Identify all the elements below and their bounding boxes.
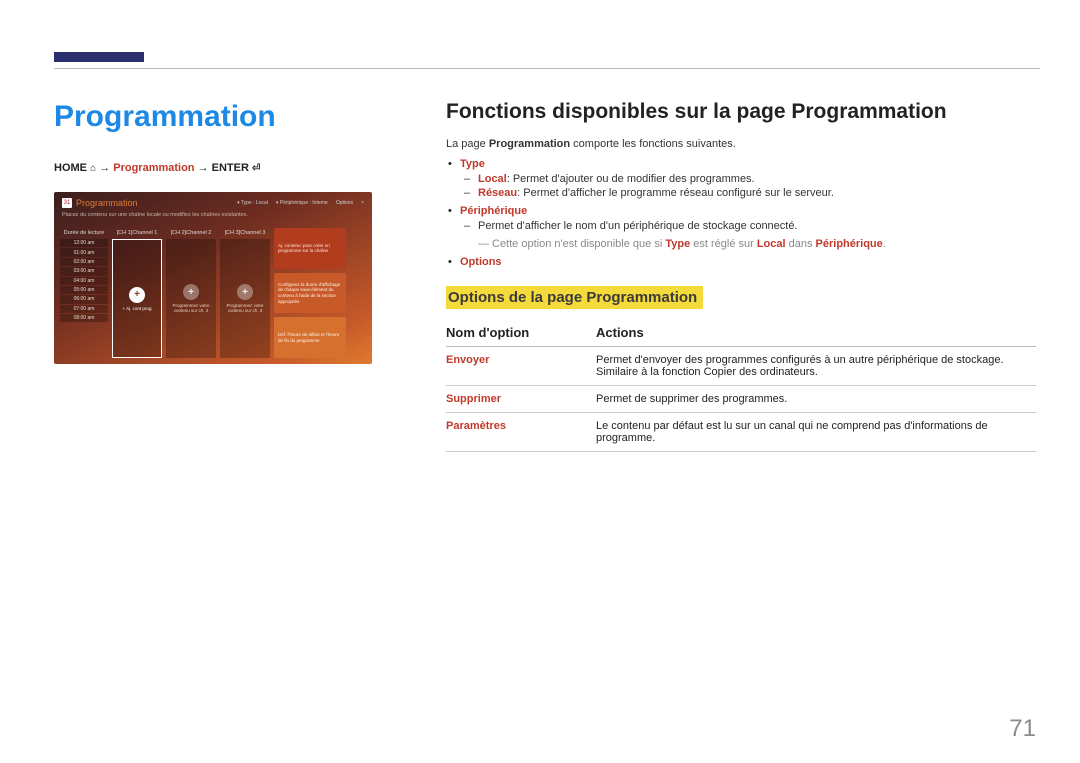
ss-channel-head: [CH 3]Channel 3: [225, 228, 266, 238]
ss-header: 31 Programmation ▾ Type : Local ▾ Périph…: [62, 198, 364, 208]
ss-help-1: Aj. contenu: pour créer un programme sur…: [274, 228, 346, 269]
local-key: Local: [478, 173, 507, 185]
note-post: .: [883, 238, 886, 250]
left-column: Programmation HOME ⌂ → Programmation → E…: [54, 100, 399, 364]
opt-action: Permet d'envoyer des programmes configur…: [596, 347, 1036, 386]
ss-time-row: 12:00 am: [60, 239, 108, 247]
feature-periph-desc: Permet d'afficher le nom d'un périphériq…: [460, 220, 1036, 232]
ss-time-row: 05:00 am: [60, 286, 108, 294]
ss-time-row: 08:00 am: [60, 314, 108, 322]
opt-action: Le contenu par défaut est lu sur un cana…: [596, 413, 1036, 452]
main-heading: Fonctions disponibles sur la page Progra…: [446, 100, 1036, 124]
note-mid: est réglé sur: [690, 238, 757, 250]
opt-action: Permet de supprimer des programmes.: [596, 386, 1036, 413]
note-pre: Cette option n'est disponible que si: [492, 238, 665, 250]
plus-icon: +: [183, 284, 199, 300]
intro-post: comporte les fonctions suivantes.: [570, 138, 736, 150]
home-icon: ⌂: [90, 163, 96, 174]
ss-channel-2: [CH 2]Channel 2 + Programmez votre conte…: [166, 228, 216, 358]
section-title: Programmation: [54, 100, 399, 134]
ss-time-row: 04:00 am: [60, 277, 108, 285]
ss-time-row: 03:00 am: [60, 267, 108, 275]
header-accent: [54, 52, 144, 62]
feature-type-local: Local: Permet d'ajouter ou de modifier d…: [460, 173, 1036, 185]
feature-periph: Périphérique Permet d'afficher le nom d'…: [446, 205, 1036, 250]
note-mid2: dans: [786, 238, 816, 250]
right-column: Fonctions disponibles sur la page Progra…: [446, 100, 1036, 452]
plus-icon: +: [129, 287, 145, 303]
ss-options: Options: [336, 200, 353, 206]
ss-channel-label: Programmez votre contenu sur ch. 2: [168, 303, 214, 313]
table-row: Supprimer Permet de supprimer des progra…: [446, 386, 1036, 413]
ss-channel-3: [CH 3]Channel 3 + Programmez votre conte…: [220, 228, 270, 358]
ss-help-panel: Aj. contenu: pour créer un programme sur…: [274, 228, 346, 358]
ss-title: Programmation: [76, 198, 138, 208]
ss-channel-head: [CH 2]Channel 2: [171, 228, 212, 238]
ss-help-3: Déf. l'heure de début et l'heure de fin …: [274, 317, 346, 358]
breadcrumb-enter: ENTER: [212, 162, 249, 174]
feature-periph-label: Périphérique: [460, 205, 527, 217]
ss-time-column: Durée de lecture 12:00 am 01:00 am 02:00…: [60, 228, 108, 358]
ss-channel-head: [CH 1]Channel 1: [117, 228, 158, 238]
header-rule: [54, 68, 1040, 69]
ss-channel-body: + + Aj. cont prog: [112, 239, 162, 358]
feature-periph-note: Cette option n'est disponible que si Typ…: [460, 238, 1036, 250]
feature-options: Options: [446, 256, 1036, 268]
opt-name: Envoyer: [446, 347, 596, 386]
opt-name: Paramètres: [446, 413, 596, 452]
ss-help-2: Configurez la durée d'affichage de chaqu…: [274, 273, 346, 314]
plus-icon: +: [237, 284, 253, 300]
breadcrumb-home: HOME: [54, 162, 87, 174]
feature-type-sub: Local: Permet d'ajouter ou de modifier d…: [460, 173, 1036, 199]
table-row: Envoyer Permet d'envoyer des programmes …: [446, 347, 1036, 386]
feature-type: Type Local: Permet d'ajouter ou de modif…: [446, 158, 1036, 199]
ss-time-row: 01:00 am: [60, 248, 108, 256]
page-number: 71: [1009, 715, 1036, 743]
reseau-desc: : Permet d'afficher le programme réseau …: [517, 187, 834, 199]
local-desc: : Permet d'ajouter ou de modifier des pr…: [507, 173, 755, 185]
note-k3: Périphérique: [816, 238, 883, 250]
breadcrumb-arrow-1: →: [99, 162, 110, 174]
reseau-key: Réseau: [478, 187, 517, 199]
ss-device: ▾ Périphérique : Interne: [276, 200, 328, 206]
ss-channel-body: + Programmez votre contenu sur ch. 3: [220, 239, 270, 358]
feature-options-label: Options: [460, 256, 502, 268]
options-table: Nom d'option Actions Envoyer Permet d'en…: [446, 319, 1036, 452]
calendar-icon: 31: [62, 198, 72, 208]
intro-text: La page Programmation comporte les fonct…: [446, 138, 1036, 150]
ss-channel-body: + Programmez votre contenu sur ch. 2: [166, 239, 216, 358]
note-k1: Type: [665, 238, 690, 250]
feature-list: Type Local: Permet d'ajouter ou de modif…: [446, 158, 1036, 268]
ss-channel-label: + Aj. cont prog: [123, 306, 152, 311]
ss-toolbar: ▾ Type : Local ▾ Périphérique : Interne …: [237, 200, 364, 206]
ss-channel-1: [CH 1]Channel 1 + + Aj. cont prog: [112, 228, 162, 358]
feature-type-label: Type: [460, 158, 485, 170]
opt-name: Supprimer: [446, 386, 596, 413]
ss-body: Durée de lecture 12:00 am 01:00 am 02:00…: [60, 228, 366, 358]
feature-periph-sub: Permet d'afficher le nom d'un périphériq…: [460, 220, 1036, 232]
ss-subtitle: Placez du contenu sur une chaîne locale …: [62, 212, 248, 218]
ui-screenshot: 31 Programmation ▾ Type : Local ▾ Périph…: [54, 192, 372, 364]
intro-pre: La page: [446, 138, 489, 150]
breadcrumb-item: Programmation: [113, 162, 194, 174]
options-subheading: Options de la page Programmation: [446, 286, 703, 309]
th-actions: Actions: [596, 319, 1036, 347]
ss-time-row: 02:00 am: [60, 258, 108, 266]
th-option-name: Nom d'option: [446, 319, 596, 347]
breadcrumb: HOME ⌂ → Programmation → ENTER ⏎: [54, 162, 399, 174]
feature-type-reseau: Réseau: Permet d'afficher le programme r…: [460, 187, 1036, 199]
enter-icon: ⏎: [252, 163, 260, 174]
table-row: Paramètres Le contenu par défaut est lu …: [446, 413, 1036, 452]
ss-time-header: Durée de lecture: [60, 228, 108, 238]
breadcrumb-arrow-2: →: [198, 162, 209, 174]
ss-time-row: 06:00 am: [60, 295, 108, 303]
intro-bold: Programmation: [489, 138, 570, 150]
ss-time-row: 07:00 am: [60, 305, 108, 313]
ss-type: ▾ Type : Local: [237, 200, 268, 206]
note-k2: Local: [757, 238, 786, 250]
ss-channel-label: Programmez votre contenu sur ch. 3: [222, 303, 268, 313]
close-icon: ×: [361, 200, 364, 206]
